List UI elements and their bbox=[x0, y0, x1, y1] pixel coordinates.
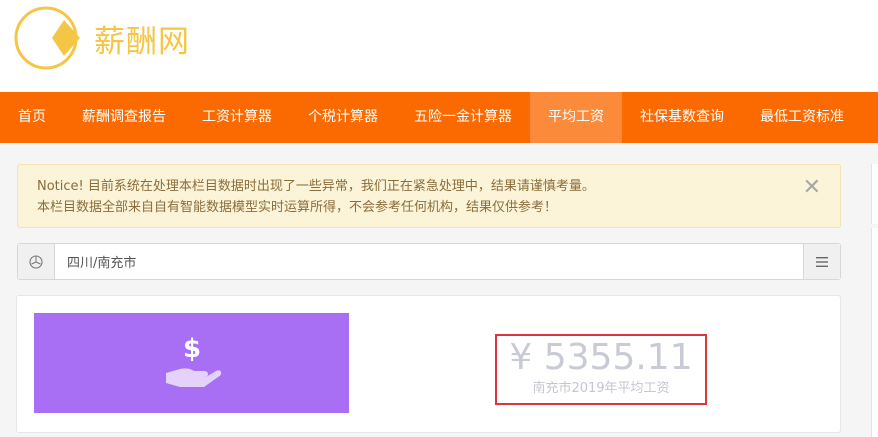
average-salary-value-box: ¥ 5355.11 南充市2019年平均工资 bbox=[495, 334, 707, 405]
list-icon[interactable] bbox=[803, 244, 840, 279]
notice-alert: Notice! 目前系统在处理本栏目数据时出现了一些异常，我们正在紧急处理中，结… bbox=[17, 164, 841, 228]
notice-line-1: Notice! 目前系统在处理本栏目数据时出现了一些异常，我们正在紧急处理中，结… bbox=[37, 179, 595, 194]
average-salary-label: 南充市2019年平均工资 bbox=[532, 381, 670, 396]
average-salary-card: $ ¥ 5355.11 南充市2019年平均工资 bbox=[16, 295, 841, 433]
nav-item-social-security-base[interactable]: 社保基数查询 bbox=[622, 92, 742, 143]
nav-item-minimum-wage[interactable]: 最低工资标准 bbox=[742, 92, 862, 143]
site-logo[interactable]: 薪酬网 bbox=[14, 5, 204, 71]
svg-text:$: $ bbox=[182, 334, 200, 364]
dollar-hand-icon: $ bbox=[165, 334, 221, 387]
region-selector bbox=[17, 243, 841, 280]
nav-item-average-salary[interactable]: 平均工资 bbox=[530, 92, 622, 143]
main-nav: 首页 薪酬调查报告 工资计算器 个税计算器 五险一金计算器 平均工资 社保基数查… bbox=[0, 92, 878, 143]
logo-pie-icon bbox=[14, 6, 80, 70]
average-salary-amount: ¥ 5355.11 bbox=[509, 337, 693, 378]
location-icon bbox=[18, 244, 55, 279]
side-panel-edge-lower bbox=[871, 228, 878, 437]
site-name: 薪酬网 bbox=[94, 23, 190, 60]
nav-item-salary-report[interactable]: 薪酬调查报告 bbox=[64, 92, 184, 143]
nav-item-tax-calculator[interactable]: 个税计算器 bbox=[290, 92, 396, 143]
region-input[interactable] bbox=[55, 244, 803, 279]
side-panel-edge bbox=[871, 164, 878, 224]
nav-item-insurance-calculator[interactable]: 五险一金计算器 bbox=[396, 92, 530, 143]
close-icon[interactable]: ✕ bbox=[803, 177, 821, 199]
header: 薪酬网 bbox=[0, 0, 878, 92]
notice-line-2: 本栏目数据全部来自自有智能数据模型实时运算所得，不会参考任何机构，结果仅供参考！ bbox=[37, 200, 558, 215]
nav-item-home[interactable]: 首页 bbox=[0, 92, 64, 143]
salary-icon-panel: $ bbox=[34, 313, 349, 413]
nav-item-salary-calculator[interactable]: 工资计算器 bbox=[184, 92, 290, 143]
